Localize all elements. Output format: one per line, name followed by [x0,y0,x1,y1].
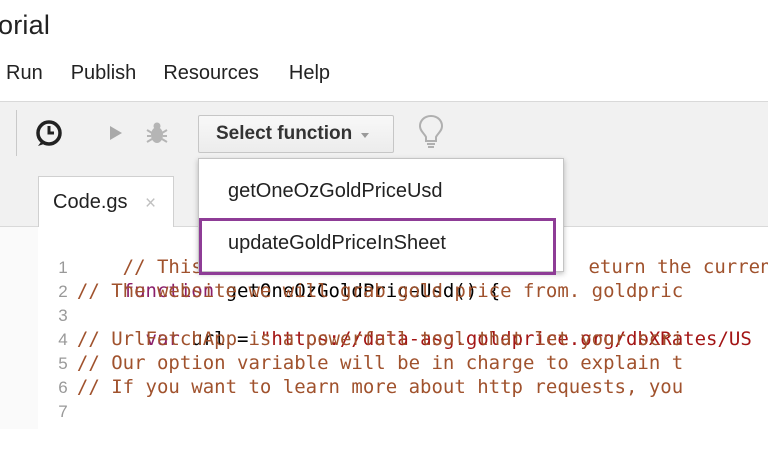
code-line: 2 function getOneOzGoldPriceUsd() { [0,255,500,302]
bug-icon[interactable] [145,120,169,146]
code-line: 4 var url = "https://data-asg.goldprice.… [0,303,752,350]
close-icon[interactable]: × [145,193,156,215]
menu-run[interactable]: Run [6,62,43,90]
lightbulb-icon[interactable] [418,114,444,150]
code-comment: // The website we will grab gold price f… [54,280,684,302]
code-line: 7 // If you want to learn more about htt… [0,375,683,421]
code-comment: eturn the curren [588,256,768,278]
line-number: 7 [58,402,68,421]
chevron-down-icon [361,132,370,138]
toolbar: Select function [0,101,768,163]
menu-publish[interactable]: Publish [71,62,137,90]
tab-code-gs[interactable]: Code.gs × [38,176,174,227]
run-icon[interactable] [105,123,125,143]
project-title: orial [0,10,51,40]
code-comment: // UrlFetchApp is a powerfull tool that … [54,328,684,350]
menu-bar: Run Publish Resources Help [0,62,330,90]
function-dropdown-menu: getOneOzGoldPriceUsd updateGoldPriceInSh… [198,158,564,272]
code-comment: // If you want to learn more about http … [54,376,684,398]
code-line: 3 // The website we will grab gold price… [0,279,683,325]
dropdown-item-updateGoldPriceInSheet[interactable]: updateGoldPriceInSheet [199,217,563,269]
select-function-button[interactable]: Select function [198,115,394,153]
code-line: 5 // UrlFetchApp is a powerfull tool tha… [0,327,683,373]
dropdown-item-getOneOzGoldPriceUsd[interactable]: getOneOzGoldPriceUsd [199,165,563,217]
code-line: 1 // This fun eturn the curren [0,231,768,278]
code-comment: // Our option variable will be in charge… [54,352,684,374]
select-function-label: Select function [216,123,353,144]
code-line: 6 // Our option variable will be in char… [0,351,683,397]
menu-resources[interactable]: Resources [163,62,259,90]
clock-icon[interactable] [34,118,64,148]
menu-help[interactable]: Help [289,62,330,90]
toolbar-divider [16,110,17,156]
tab-label: Code.gs [53,191,128,213]
